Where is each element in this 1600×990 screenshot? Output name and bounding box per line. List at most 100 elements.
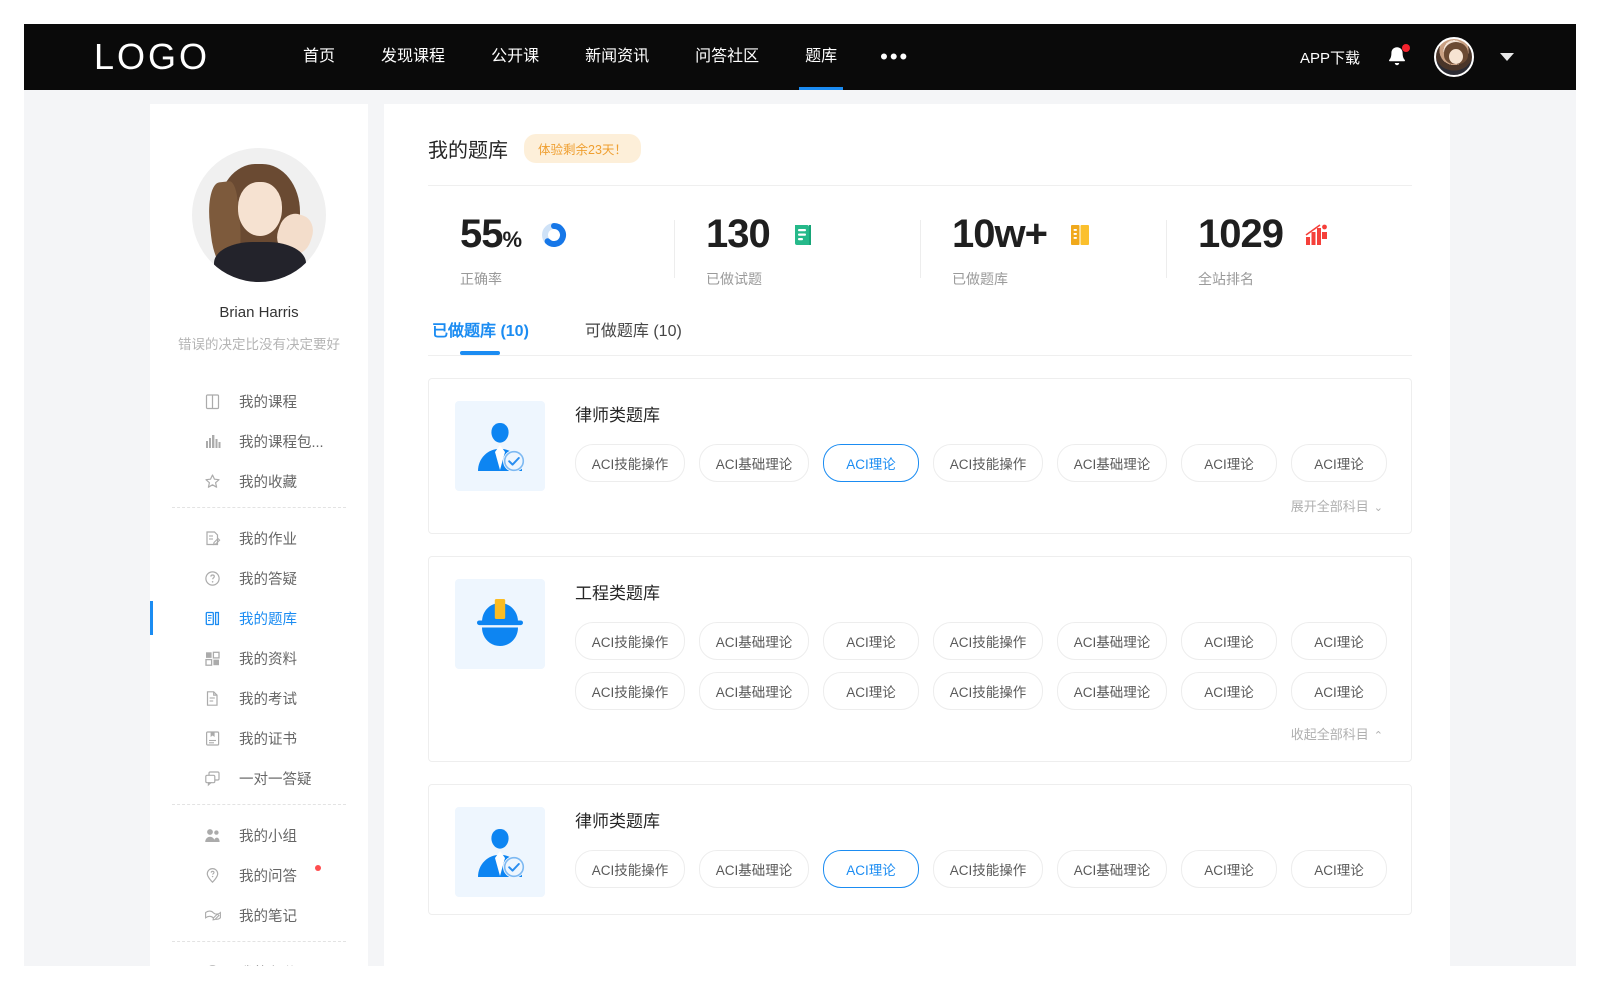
card-thumbnail: [455, 579, 545, 669]
subject-tag[interactable]: ACI理论: [1291, 850, 1387, 888]
page-header: 我的题库 体验剩余23天！: [428, 134, 1412, 186]
stat-value-row: 130: [706, 212, 920, 257]
expand-subjects-link[interactable]: 展开全部科目⌄: [575, 494, 1387, 519]
sidebar-item-star[interactable]: 我的收藏: [172, 461, 346, 501]
chevron-down-icon[interactable]: [1500, 53, 1514, 61]
subject-tag[interactable]: ACI理论: [1291, 444, 1387, 482]
stat-value: 10w+: [952, 212, 1047, 257]
sidebar-item-bar-chart[interactable]: 我的课程包...: [172, 421, 346, 461]
note-edit-icon: [204, 907, 221, 924]
avatar[interactable]: [1434, 37, 1474, 77]
sidebar-item-label: 我的作业: [239, 528, 297, 549]
subject-tag[interactable]: ACI理论: [1291, 672, 1387, 710]
sidebar-item-certificate[interactable]: 我的证书: [172, 718, 346, 758]
unread-dot: [315, 865, 321, 871]
sidebar-item-book[interactable]: 我的课程: [172, 381, 346, 421]
stat-number: 1029: [1198, 212, 1283, 256]
page-body: Brian Harris 错误的决定比没有决定要好 我的课程我的课程包...我的…: [24, 90, 1576, 966]
sidebar-item-help-pin[interactable]: 我的问答: [172, 855, 346, 895]
homework-icon: [204, 530, 221, 547]
sidebar-item-question-circle[interactable]: 我的答疑: [172, 558, 346, 598]
card-title: 律师类题库: [575, 401, 1387, 426]
sidebar-item-label: 我的题库: [239, 608, 297, 629]
main-content: 我的题库 体验剩余23天！ 55%正确率130已做试题10w+已做题库1029全…: [384, 104, 1450, 966]
subject-tag[interactable]: ACI理论: [1181, 622, 1277, 660]
points-icon: [204, 964, 221, 967]
subject-tag[interactable]: ACI基础理论: [1057, 850, 1167, 888]
stat-card-2: 10w+已做题库: [920, 212, 1166, 289]
expand-subjects-link[interactable]: 收起全部科目⌃: [575, 722, 1387, 747]
sidebar-item-exam-paper[interactable]: 我的考试: [172, 678, 346, 718]
nav-link-0[interactable]: 首页: [280, 24, 358, 90]
stat-number: 130: [706, 212, 770, 256]
subject-tag[interactable]: ACI技能操作: [933, 672, 1043, 710]
sidebar-item-chat[interactable]: 一对一答疑: [172, 758, 346, 798]
card-body: 工程类题库ACI技能操作ACI基础理论ACI理论ACI技能操作ACI基础理论AC…: [575, 579, 1387, 747]
subject-tag[interactable]: ACI理论: [823, 622, 919, 660]
app-download-link[interactable]: APP下载: [1300, 47, 1360, 68]
subject-tag[interactable]: ACI理论: [823, 444, 919, 482]
subject-tag[interactable]: ACI基础理论: [699, 672, 809, 710]
subject-tag[interactable]: ACI技能操作: [575, 850, 685, 888]
subject-tag[interactable]: ACI技能操作: [575, 622, 685, 660]
tab-0[interactable]: 已做题库 (10): [432, 317, 529, 355]
bell-icon[interactable]: [1386, 45, 1408, 69]
stat-icon: [1067, 222, 1093, 248]
subject-tag[interactable]: ACI基础理论: [699, 444, 809, 482]
stat-number: 10w+: [952, 212, 1047, 256]
sidebar-item-label: 我的笔记: [239, 905, 297, 926]
nav-link-2[interactable]: 公开课: [468, 24, 562, 90]
subject-tag[interactable]: ACI理论: [1181, 672, 1277, 710]
profile-picture[interactable]: [192, 148, 326, 282]
stat-card-3: 1029全站排名: [1166, 212, 1412, 289]
sidebar-group-2: 我的小组我的问答我的笔记: [172, 804, 346, 941]
sidebar-item-group[interactable]: 我的小组: [172, 815, 346, 855]
page-title: 我的题库: [428, 134, 508, 163]
subject-tag[interactable]: ACI基础理论: [699, 850, 809, 888]
sidebar-item-label: 我的课程: [239, 391, 297, 412]
site-logo[interactable]: LOGO: [94, 36, 210, 78]
subject-tag[interactable]: ACI理论: [1181, 444, 1277, 482]
nav-link-3[interactable]: 新闻资讯: [562, 24, 672, 90]
subject-tag-row: ACI技能操作 ACI基础理论 ACI理论 ACI技能操作 ACI基础理论 ACI理论 AC…: [575, 622, 1387, 660]
subject-tag-row: ACI技能操作 ACI基础理论 ACI理论 ACI技能操作 ACI基础理论 ACI理论 AC…: [575, 850, 1387, 888]
nav-link-5[interactable]: 题库: [782, 24, 860, 90]
subject-tag[interactable]: ACI基础理论: [1057, 444, 1167, 482]
primary-nav-links: 首页发现课程公开课新闻资讯问答社区题库: [280, 24, 860, 90]
sidebar-item-label: 我的问答: [239, 865, 297, 886]
sidebar-item-points[interactable]: 我的积分: [172, 952, 346, 966]
sidebar-group-0: 我的课程我的课程包... 我的收藏: [172, 377, 346, 507]
sidebar-item-note-edit[interactable]: 我的笔记: [172, 895, 346, 935]
sidebar-item-label: 我的答疑: [239, 568, 297, 589]
stat-unit: %: [503, 227, 522, 252]
nav-link-1[interactable]: 发现课程: [358, 24, 468, 90]
subject-tag[interactable]: ACI基础理论: [699, 622, 809, 660]
sidebar-item-files[interactable]: 我的资料: [172, 638, 346, 678]
notification-dot: [1402, 44, 1410, 52]
subject-tag[interactable]: ACI技能操作: [933, 444, 1043, 482]
subject-tag[interactable]: ACI基础理论: [1057, 672, 1167, 710]
subject-tag[interactable]: ACI技能操作: [575, 444, 685, 482]
chevron-up-icon: ⌃: [1374, 730, 1383, 742]
nav-link-4[interactable]: 问答社区: [672, 24, 782, 90]
donut-progress-icon: [541, 222, 567, 248]
sidebar-item-label: 我的积分: [239, 962, 297, 967]
subject-tag[interactable]: ACI理论: [823, 850, 919, 888]
subject-tag[interactable]: ACI技能操作: [933, 850, 1043, 888]
sidebar-item-question-bank[interactable]: 我的题库: [172, 598, 346, 638]
subject-tag[interactable]: ACI理论: [1291, 622, 1387, 660]
subject-tag[interactable]: ACI技能操作: [933, 622, 1043, 660]
subject-tag[interactable]: ACI技能操作: [575, 672, 685, 710]
more-nav-icon[interactable]: •••: [860, 37, 929, 77]
lawyer-avatar-icon: [469, 415, 531, 477]
subject-tag[interactable]: ACI基础理论: [1057, 622, 1167, 660]
sidebar-item-homework[interactable]: 我的作业: [172, 518, 346, 558]
sidebar-menu: 我的课程我的课程包... 我的收藏我的作业我的答疑我的题库我的资料我的考试我的证书…: [150, 377, 368, 966]
trial-status-badge: 体验剩余23天！: [524, 134, 641, 163]
sidebar-item-label: 我的课程包...: [239, 431, 324, 452]
subject-tag[interactable]: ACI理论: [1181, 850, 1277, 888]
stat-value-row: 1029: [1198, 212, 1412, 257]
tab-1[interactable]: 可做题库 (10): [585, 317, 682, 355]
subject-tag[interactable]: ACI理论: [823, 672, 919, 710]
sidebar-item-label: 我的证书: [239, 728, 297, 749]
